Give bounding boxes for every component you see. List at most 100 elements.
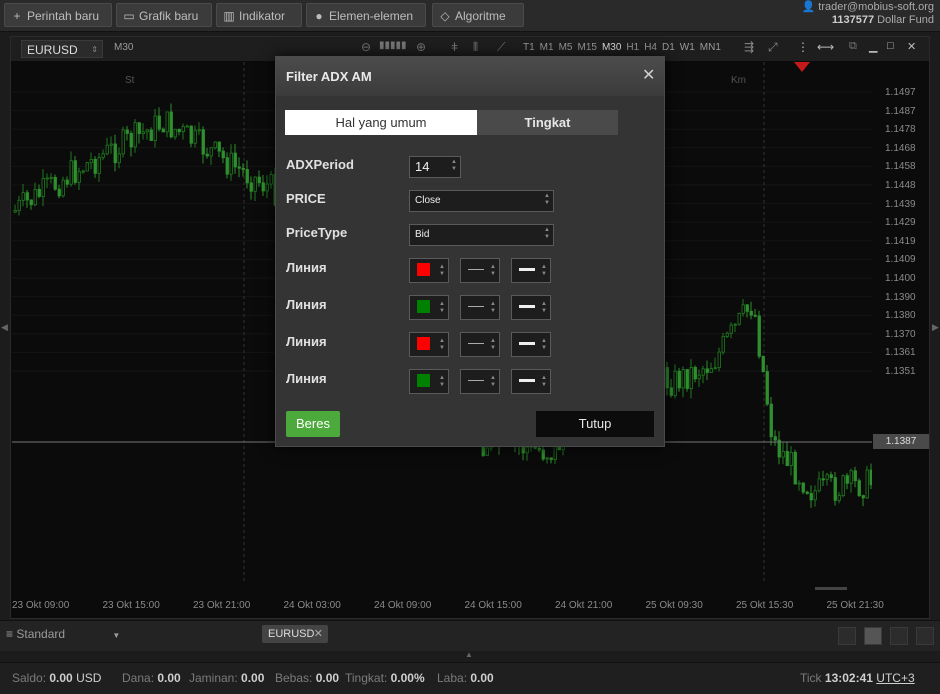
new-order-button[interactable]: + Perintah baru [4,3,112,27]
spinner-icon: ▲ ▼ [541,301,547,314]
line-chart-icon[interactable]: ⟋ [497,40,505,55]
line-color-picker[interactable]: ▲ ▼ [409,295,449,320]
new-chart-button[interactable]: ▭ Grafik baru [116,3,212,27]
tab-general[interactable]: Hal yang umum [285,110,477,135]
price-tick-label: 1.1409 [885,254,916,266]
user-icon: 👤 [801,1,816,13]
ok-button[interactable]: Beres [286,411,340,437]
candle-body [809,493,813,501]
line-style-select[interactable]: ▲ ▼ [460,295,500,320]
candle-body [741,304,745,314]
candle-body [705,368,709,373]
plus-icon: + [13,9,21,23]
price-label: PRICE [286,191,326,206]
candle-body [169,111,173,138]
indicator-button[interactable]: ▥ Indikator [216,3,302,27]
workspace-select[interactable]: ≡ Standard ▼ [6,627,120,641]
line-color-picker[interactable]: ▲ ▼ [409,332,449,357]
line-width-select[interactable]: ▲ ▼ [511,258,551,283]
line-width-select[interactable]: ▲ ▼ [511,332,551,357]
line-width-select[interactable]: ▲ ▼ [511,295,551,320]
candle-body [105,144,109,155]
zoom-out-icon[interactable]: ⊖ [361,40,371,54]
day-label-left: St [125,75,135,86]
adx-period-label: ADXPeriod [286,157,354,172]
detach-icon[interactable]: ⧉ [849,40,857,53]
candle-body [229,152,233,175]
spinner-icon: ▲ ▼ [544,193,550,206]
vertical-menu-icon[interactable]: ⋮ [797,40,809,54]
adx-period-stepper[interactable]: 14 ▲ ▼ [409,156,461,178]
fit-width-icon[interactable]: ⟷ [817,40,834,54]
tab-level[interactable]: Tingkat [477,110,618,135]
expand-diagonal-icon[interactable]: ⤢ [768,40,778,55]
chart-scrollbar[interactable] [815,587,847,590]
candle-body [13,209,17,213]
new-chart-label: Grafik baru [139,9,199,23]
candle-body [149,129,153,141]
crosshair-icon[interactable]: ǂ [451,40,458,54]
line-width-icon [519,268,535,271]
close-chart-icon[interactable]: ✕ [907,40,916,53]
zoom-in-icon[interactable]: ⊕ [416,40,426,54]
timeframe-d1[interactable]: D1 [662,42,675,53]
timeframe-t1[interactable]: T1 [523,42,535,53]
timeframe-m30[interactable]: M30 [602,42,621,53]
timeframe-m5[interactable]: M5 [559,42,573,53]
expand-up-icon[interactable]: ▲ [465,650,473,659]
account-id: 1137577 [831,14,875,26]
candles-icon[interactable]: ⫴ [473,40,478,55]
draw-tools-icon[interactable]: ⇶ [744,40,754,54]
spinner-icon[interactable]: ▲ ▼ [451,159,457,173]
timezone-link[interactable]: UTC+3 [876,671,914,685]
price-select[interactable]: Close ▲ ▼ [409,190,554,212]
line-width-select[interactable]: ▲ ▼ [511,369,551,394]
collapse-left-icon[interactable]: ◀ [1,322,8,333]
layout-grid-button[interactable] [864,627,882,645]
maximize-icon[interactable]: □ [887,40,894,52]
close-tab-icon[interactable]: ✕ [314,625,323,643]
layout-columns-button[interactable] [890,627,908,645]
layout-single-button[interactable] [838,627,856,645]
close-icon[interactable]: ✕ [642,65,655,85]
candle-body [849,470,853,484]
spinner-icon: ▲ ▼ [490,375,496,388]
layout-rows-button[interactable] [916,627,934,645]
candle-body [749,310,753,316]
timeframe-h4[interactable]: H4 [644,42,657,53]
close-button[interactable]: Tutup [536,411,654,437]
candle-body [217,141,221,152]
account-info[interactable]: 👤 trader@mobius-soft.org 1137577 Dollar … [784,1,934,27]
timeframe-m1[interactable]: M1 [540,42,554,53]
line-width-icon [519,305,535,308]
clock-field: Tick 13:02:41 UTC+3 [800,671,915,685]
spinner-icon: ▲ ▼ [541,264,547,277]
symbol-select[interactable]: EURUSD ⇕ [21,40,103,58]
price-type-select[interactable]: Bid ▲ ▼ [409,224,554,246]
chart-tab-eurusd[interactable]: EURUSD ✕ [262,625,328,643]
price-tick-label: 1.1419 [885,235,916,247]
line-style-select[interactable]: ▲ ▼ [460,369,500,394]
timeframe-mn1[interactable]: MN1 [700,42,721,53]
line-color-picker[interactable]: ▲ ▼ [409,258,449,283]
line-style-icon [468,306,484,307]
line-style-select[interactable]: ▲ ▼ [460,332,500,357]
elements-button[interactable]: ● Elemen-elemen [306,3,426,27]
minimize-icon[interactable]: ▁ [869,40,877,53]
candle-body [241,167,245,170]
line-color-picker[interactable]: ▲ ▼ [409,369,449,394]
line-style-select[interactable]: ▲ ▼ [460,258,500,283]
timeframe-h1[interactable]: H1 [626,42,639,53]
candle-body [249,182,253,192]
free-label: Bebas: [275,671,313,685]
candle-body [189,125,193,144]
collapse-right-icon[interactable]: ▶ [932,322,939,333]
algorithm-button[interactable]: ◇ Algoritme [432,3,524,27]
timeframe-w1[interactable]: W1 [680,42,695,53]
candle-body [801,482,805,493]
zoom-slider[interactable]: ▮▮▮▮▮ [379,40,407,51]
funds-field: Dana: 0.00 [122,671,181,685]
timeframe-m15[interactable]: M15 [577,42,596,53]
candle-body [153,115,157,141]
time-tick-label: 24 Okt 15:00 [464,600,522,611]
